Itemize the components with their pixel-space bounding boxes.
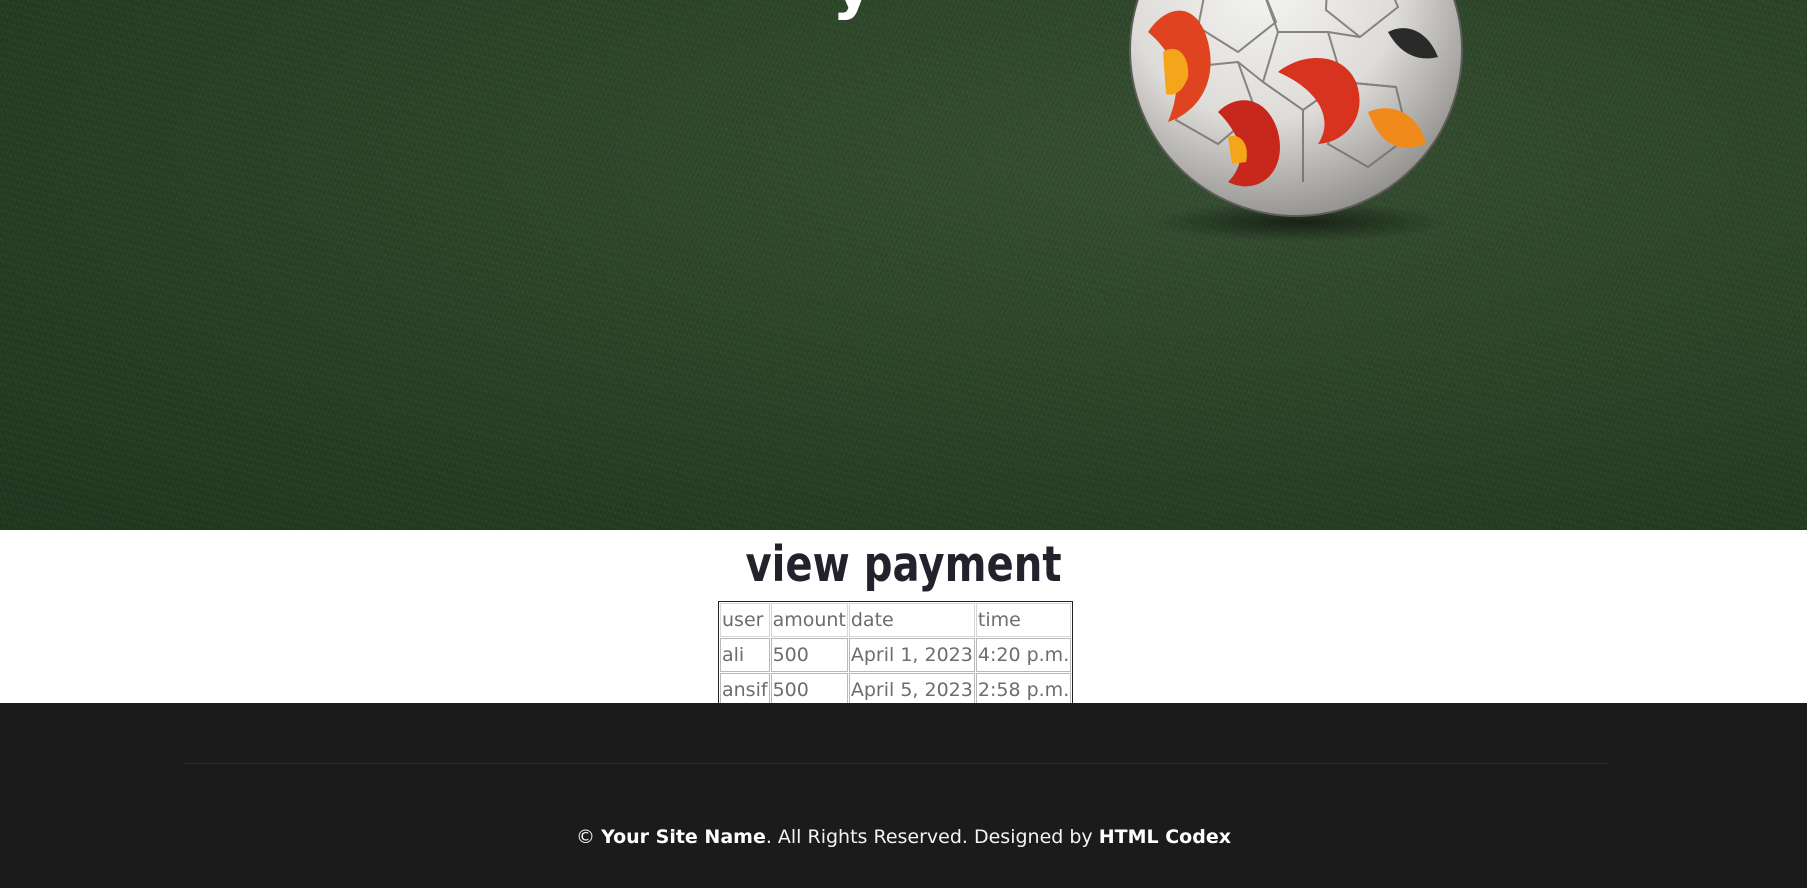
copyright-symbol: © <box>576 826 596 848</box>
column-header-user: user <box>720 603 770 637</box>
table-row: ansif 500 April 5, 2023 2:58 p.m. <box>720 673 1072 707</box>
cell-user: ansif <box>720 673 770 707</box>
cell-date: April 1, 2023 <box>848 638 975 672</box>
cell-time: 4:20 p.m. <box>975 638 1072 672</box>
cell-date: April 5, 2023 <box>848 673 975 707</box>
hero-banner: y <box>0 0 1807 530</box>
column-header-date: date <box>848 603 975 637</box>
footer-copyright: © Your Site Name. All Rights Reserved. D… <box>0 826 1807 848</box>
page: y view payment user amount date time ali… <box>0 0 1807 888</box>
rights-text: . All Rights Reserved. Designed by <box>765 826 1093 848</box>
page-title: view payment <box>745 536 1062 593</box>
cell-amount: 500 <box>770 638 848 672</box>
hero-title: y <box>832 0 876 22</box>
cell-time: 2:58 p.m. <box>975 673 1072 707</box>
footer-divider <box>183 763 1608 764</box>
column-header-time: time <box>975 603 1072 637</box>
payment-table: user amount date time ali 500 April 1, 2… <box>718 601 1074 709</box>
soccer-ball-icon <box>1129 0 1463 217</box>
site-name-link[interactable]: Your Site Name <box>601 826 766 848</box>
table-row: ali 500 April 1, 2023 4:20 p.m. <box>720 638 1072 672</box>
table-header-row: user amount date time <box>720 603 1072 637</box>
hero-overlay <box>0 0 1807 530</box>
footer: © Your Site Name. All Rights Reserved. D… <box>0 703 1807 888</box>
cell-amount: 500 <box>770 673 848 707</box>
designer-link[interactable]: HTML Codex <box>1099 826 1231 848</box>
column-header-amount: amount <box>770 603 848 637</box>
cell-user: ali <box>720 638 770 672</box>
